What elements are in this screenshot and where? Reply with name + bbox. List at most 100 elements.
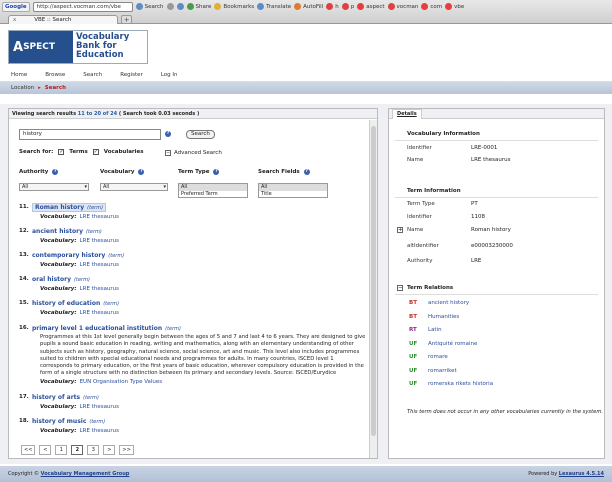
vocab-info-heading: Vocabulary Information — [407, 131, 480, 137]
details-tabbar: Details — [389, 109, 604, 119]
nav-browse[interactable]: Browse — [45, 72, 65, 78]
prev-page-button[interactable]: < — [39, 445, 52, 455]
term-type-option[interactable]: Preferred Term — [179, 191, 247, 198]
vocab-link[interactable]: LRE thesaurus — [80, 286, 119, 292]
nav-home[interactable]: Home — [11, 72, 27, 78]
vocabulary-select[interactable]: All ▾ — [100, 183, 168, 191]
url-bar[interactable]: http://aspect.vocman.com/vbe — [32, 1, 133, 12]
result-title[interactable]: contemporary history (term) — [32, 252, 124, 259]
vocab-link[interactable]: LRE thesaurus — [80, 262, 119, 268]
vocab-link[interactable]: EUN Organisation Type Values — [80, 379, 163, 385]
bookmark-icon — [421, 3, 429, 10]
relation-link[interactable]: Antiquité romaine — [428, 341, 477, 347]
vmg-link[interactable]: Vocabulary Management Group — [41, 471, 130, 477]
bookmark-icon — [445, 3, 453, 10]
result-title[interactable]: history of arts (term) — [32, 394, 99, 401]
pencil-icon — [294, 3, 302, 10]
nav-register[interactable]: Register — [120, 72, 143, 78]
globe-icon[interactable] — [176, 3, 184, 10]
toolbar-autofill[interactable]: AutoFill — [294, 3, 323, 10]
toolbar-translate[interactable]: Translate — [257, 3, 291, 10]
vocab-note: This term does not occur in any other vo… — [407, 409, 604, 415]
help-icon[interactable]: ? — [52, 169, 59, 175]
search-for-options: Search for: ✓ Terms ✓ Vocabularies — [19, 149, 144, 155]
results-scrollbar[interactable] — [369, 120, 377, 458]
search-button[interactable]: Search — [186, 130, 215, 139]
vocabularies-checkbox[interactable]: ✓ — [92, 149, 99, 155]
plus-icon[interactable]: + — [397, 227, 403, 233]
divider — [395, 197, 598, 198]
toolbar-search[interactable]: Search — [135, 3, 164, 10]
toolbar-bookmark-aspect[interactable]: aspect — [357, 3, 385, 10]
chevron-right-icon: ▸ — [38, 85, 41, 91]
vocab-link[interactable]: LRE thesaurus — [80, 310, 119, 316]
google-button[interactable]: Google — [2, 1, 30, 12]
authority-select[interactable]: All ▾ — [19, 183, 89, 191]
relation-link[interactable]: romarriket — [428, 368, 457, 374]
browser-tab[interactable]: x VBE :: Search — [8, 15, 118, 24]
toolbar-bookmark-com[interactable]: com — [421, 3, 442, 10]
details-panel: Details Vocabulary Information Identifie… — [388, 108, 605, 459]
result-title[interactable]: history of education (term) — [32, 300, 119, 307]
site-logo[interactable]: A SPECT Vocabulary Bank for Education — [8, 30, 148, 64]
search-fields-list[interactable]: All Title — [258, 183, 328, 198]
relation-link[interactable]: romare — [428, 354, 448, 360]
breadcrumb-root[interactable]: Location — [11, 85, 34, 91]
site-footer: Copyright © Vocabulary Management Group … — [0, 466, 612, 482]
toolbar-share[interactable]: Share — [186, 3, 211, 10]
toolbar-bookmark-p[interactable]: p — [341, 3, 354, 10]
result-title[interactable]: history of music (term) — [32, 418, 105, 425]
vocab-link[interactable]: LRE thesaurus — [80, 404, 119, 410]
main-area: Viewing search results 11 to 20 of 24 ( … — [0, 104, 612, 464]
toolbar-bookmark-vocman[interactable]: vocman — [387, 3, 418, 10]
new-tab-button[interactable]: + — [121, 15, 132, 24]
scroll-thumb[interactable] — [371, 126, 376, 436]
nav-login[interactable]: Log In — [161, 72, 178, 78]
minus-icon[interactable]: − — [397, 285, 403, 291]
vocab-link[interactable]: LRE thesaurus — [80, 428, 119, 434]
help-icon[interactable]: ? — [165, 131, 171, 137]
last-page-button[interactable]: >> — [119, 445, 134, 455]
vocab-link[interactable]: LRE thesaurus — [80, 238, 119, 244]
term-type-list[interactable]: All Preferred Term — [178, 183, 248, 198]
terms-checkbox[interactable]: ✓ — [58, 149, 65, 155]
relation-link[interactable]: Humanities — [428, 314, 459, 320]
logo-name: Vocabulary Bank for Education — [73, 31, 147, 63]
help-icon[interactable]: ? — [138, 169, 145, 175]
result-title[interactable]: primary level 1 educational institution(… — [32, 325, 181, 332]
bookmark-icon — [326, 3, 334, 10]
help-icon[interactable]: ? — [213, 169, 220, 175]
relation-link[interactable]: Latin — [428, 327, 442, 333]
page-2-button[interactable]: 2 — [71, 445, 84, 455]
vocab-link[interactable]: LRE thesaurus — [80, 214, 119, 220]
nav-search[interactable]: Search — [83, 72, 102, 78]
lexaurus-link[interactable]: Lexaurus 4.5.14 — [559, 471, 604, 477]
search-fields-option[interactable]: Title — [259, 191, 327, 198]
first-page-button[interactable]: << — [21, 445, 36, 455]
clock-icon[interactable] — [166, 3, 174, 10]
toolbar-bookmark-vbe[interactable]: vbe — [445, 3, 464, 10]
main-nav: Home Browse Search Register Log In — [0, 68, 612, 82]
page-1-button[interactable]: 1 — [55, 445, 68, 455]
relation-link[interactable]: romerska rikets historia — [428, 381, 493, 387]
search-input[interactable]: history — [19, 129, 161, 140]
help-icon[interactable]: ? — [303, 169, 310, 175]
share-icon — [186, 3, 194, 10]
result-title[interactable]: ancient history (term) — [32, 228, 102, 235]
relation-link[interactable]: ancient history — [428, 300, 469, 306]
bookmark-icon — [341, 3, 349, 10]
minus-icon: − — [165, 150, 171, 156]
toolbar-bookmark-h[interactable]: h — [326, 3, 339, 10]
result-title[interactable]: Roman history (term) — [32, 203, 107, 212]
tab-details[interactable]: Details — [392, 109, 422, 119]
result-title[interactable]: oral history (term) — [32, 276, 90, 283]
next-page-button[interactable]: > — [103, 445, 116, 455]
term-info-heading: Term Information — [407, 188, 461, 194]
page-3-button[interactable]: 3 — [87, 445, 100, 455]
breadcrumb-current: Search — [44, 85, 67, 91]
browser-chrome: Google http://aspect.vocman.com/vbe Sear… — [0, 0, 612, 24]
search-fields-label: Search Fields? — [258, 169, 310, 175]
close-tab-icon[interactable]: x — [13, 17, 16, 23]
toolbar-bookmarks[interactable]: Bookmarks — [214, 3, 254, 10]
advanced-search-toggle[interactable]: − Advanced Search — [165, 150, 222, 156]
